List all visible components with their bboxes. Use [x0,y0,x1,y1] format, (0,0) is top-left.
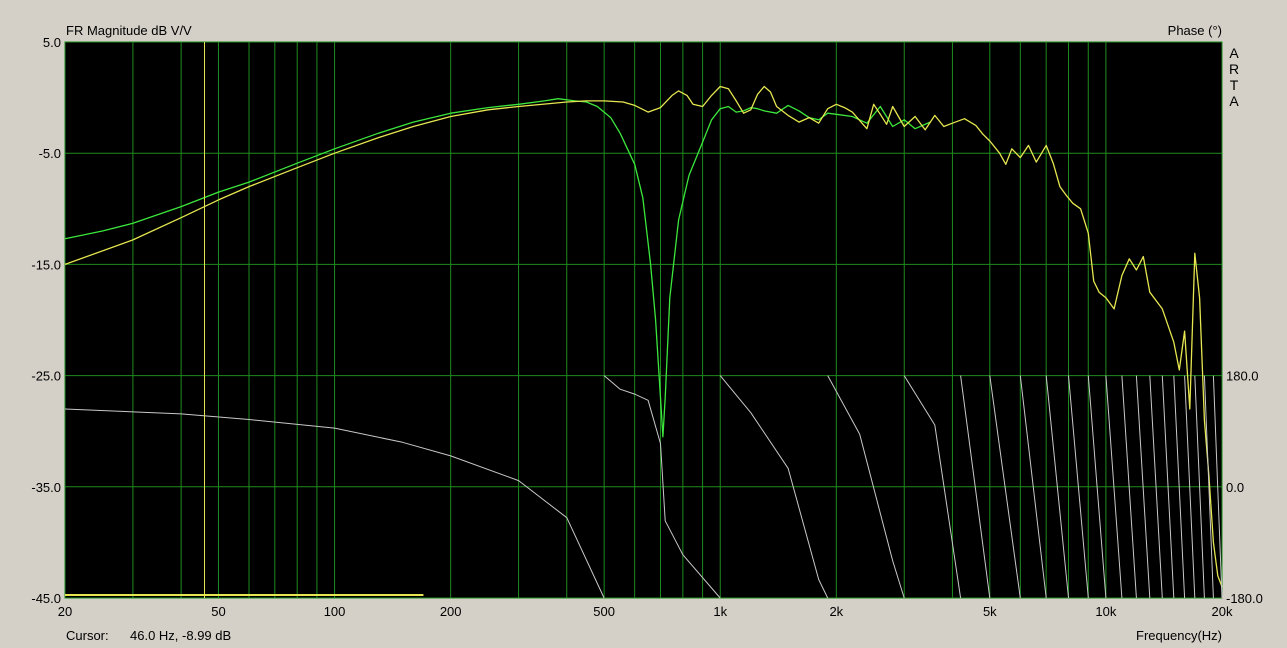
plot-area[interactable] [65,42,1222,598]
y-tick-label: -15.0 [31,257,61,272]
x-tick-label: 200 [440,604,462,619]
x-tick-label: 5k [983,604,997,619]
x-tick-label: 10k [1095,604,1116,619]
y-tick-label: -35.0 [31,480,61,495]
x-tick-label: 1k [713,604,727,619]
y-tick-label: 5.0 [43,35,61,50]
frequency-response-chart: 5.0-5.0-15.0-25.0-35.0-45.0 180.00.0-180… [0,0,1287,648]
cursor-label: Cursor: [66,628,109,643]
phase-tick-label: 0.0 [1226,480,1244,495]
x-tick-label: 20k [1212,604,1233,619]
x-axis-title: Frequency(Hz) [1136,628,1222,643]
x-tick-label: 500 [593,604,615,619]
x-tick-label: 20 [58,604,72,619]
cursor-readout: 46.0 Hz, -8.99 dB [130,628,231,643]
phase-axis-title: Phase (°) [1168,23,1222,38]
y-tick-label: -5.0 [39,146,61,161]
y-tick-label: -45.0 [31,591,61,606]
phase-tick-label: 180.0 [1226,369,1259,384]
x-tick-label: 50 [211,604,225,619]
arta-watermark: ARTA [1229,45,1239,109]
x-tick-label: 100 [324,604,346,619]
y-tick-label: -25.0 [31,369,61,384]
magnitude-axis-title: FR Magnitude dB V/V [66,23,192,38]
x-tick-label: 2k [829,604,843,619]
